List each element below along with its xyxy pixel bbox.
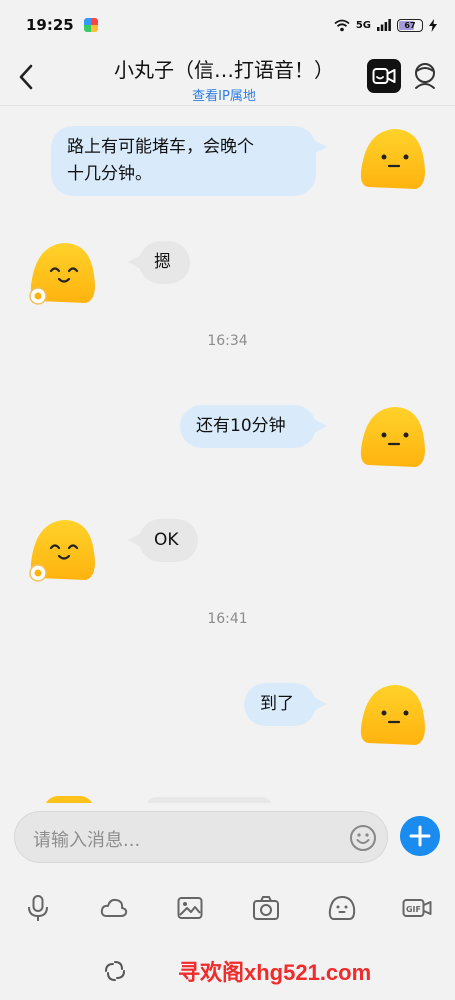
watermark-text: 寻欢阁xhg521.com <box>178 960 372 985</box>
message-bubble-self[interactable]: 还有10分钟 <box>180 405 327 448</box>
signal-icon <box>377 19 391 31</box>
network-label: 5G <box>355 19 371 31</box>
plus-icon[interactable] <box>400 816 440 856</box>
profile-icon[interactable] <box>410 61 440 91</box>
status-time: 19:25 <box>26 16 74 34</box>
message-text-line: 路上有可能堵车，会晚个 <box>67 137 254 157</box>
battery-level: 67 <box>404 20 416 30</box>
cloud-icon[interactable] <box>100 894 128 922</box>
message-input-placeholder: 请输入消息... <box>33 830 141 851</box>
message-input[interactable]: 请输入消息... <box>14 811 388 863</box>
message-timestamp: 16:41 <box>207 611 248 627</box>
camera-icon[interactable] <box>252 894 280 922</box>
message-text: 摁 <box>154 252 171 272</box>
message-text-line: 十几分钟。 <box>67 164 152 184</box>
chat-screen: 19:25 5G 67 小丸子（信…打语音！） 查看IP属地 路上有可能堵车，会… <box>0 0 455 1000</box>
gif-icon[interactable]: GIF <box>402 894 432 922</box>
avatar-other[interactable] <box>28 518 98 584</box>
avatar-self[interactable] <box>358 683 428 749</box>
message-bubble-other[interactable]: 摁 <box>128 241 190 284</box>
app-notification-icon <box>83 18 98 32</box>
svg-text:GIF: GIF <box>406 905 421 914</box>
message-bubble-other[interactable]: OK <box>128 519 198 562</box>
status-indicators: 5G 67 <box>334 18 437 32</box>
image-icon[interactable] <box>176 894 204 922</box>
avatar-self[interactable] <box>358 405 428 471</box>
message-bubble-self[interactable]: 路上有可能堵车，会晚个 十几分钟。 <box>51 126 327 196</box>
battery-icon: 67 <box>397 18 423 32</box>
message-text: 到了 <box>260 694 294 714</box>
chat-header: 小丸子（信…打语音！） 查看IP属地 <box>0 50 455 106</box>
message-text: 还有10分钟 <box>196 416 286 436</box>
microphone-icon[interactable] <box>24 894 52 922</box>
charging-icon <box>429 18 437 32</box>
video-call-button[interactable] <box>367 59 401 93</box>
video-camera-icon <box>372 68 396 84</box>
wifi-icon <box>334 19 350 31</box>
avatar-self[interactable] <box>358 127 428 193</box>
back-arrow-icon[interactable] <box>14 62 40 92</box>
sticker-icon[interactable] <box>328 894 356 922</box>
message-text: OK <box>154 530 179 550</box>
emoji-icon[interactable] <box>349 824 377 852</box>
contact-name[interactable]: 小丸子（信…打语音！） <box>106 54 342 83</box>
avatar-other[interactable] <box>28 241 98 307</box>
status-bar: 19:25 5G 67 <box>0 0 455 50</box>
message-bubble-self[interactable]: 到了 <box>244 683 327 726</box>
view-ip-location-link[interactable]: 查看IP属地 <box>106 85 342 104</box>
message-timestamp: 16:34 <box>207 333 248 349</box>
gesture-icon[interactable] <box>104 960 126 982</box>
